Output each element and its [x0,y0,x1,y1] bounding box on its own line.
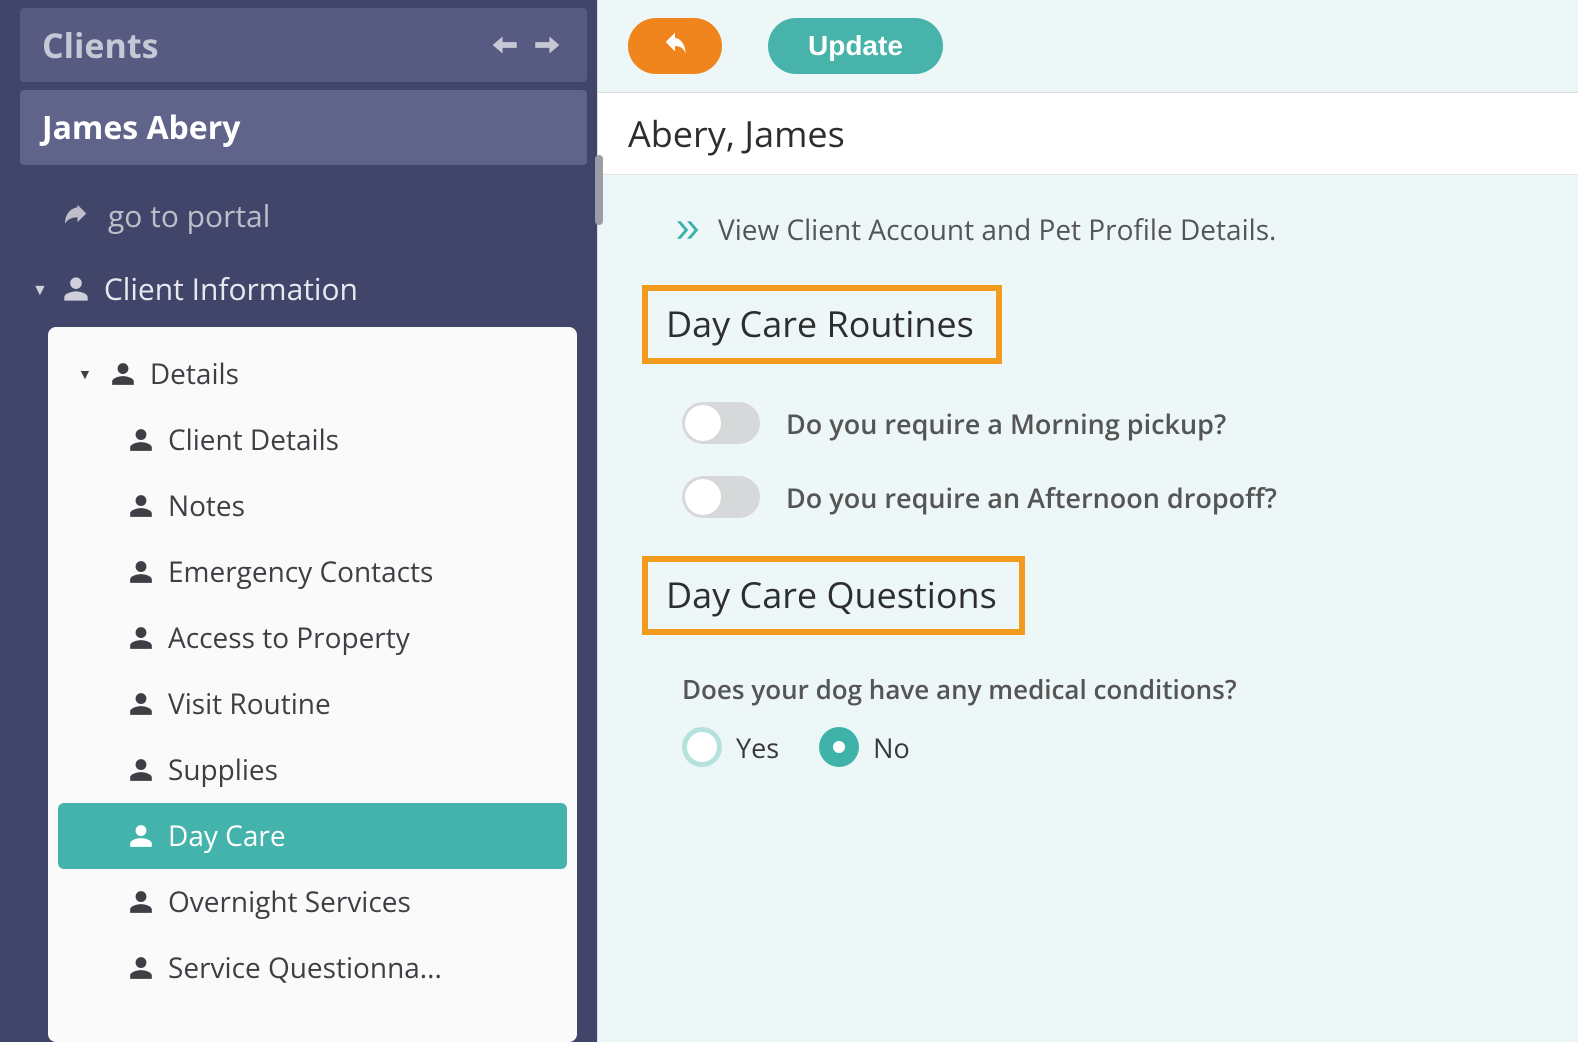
toggle-morning-pickup[interactable] [682,402,760,444]
sidebar-item-service-questionnaire[interactable]: Service Questionna... [58,935,567,1001]
sidebar-item-label: Notes [168,487,245,525]
client-name-bar[interactable]: James Abery [18,88,589,167]
sidebar-item-day-care[interactable]: Day Care [58,803,567,869]
prev-client-icon[interactable] [487,28,521,62]
user-icon [128,493,154,519]
sidebar-item-label: Access to Property [168,619,410,657]
user-icon [128,625,154,651]
toggle-label: Do you require an Afternoon dropoff? [786,479,1277,516]
chevrons-right-icon [672,215,702,245]
sidebar-item-access-to-property[interactable]: Access to Property [58,605,567,671]
go-to-portal-link[interactable]: go to portal [0,173,597,258]
sidebar-item-label: Emergency Contacts [168,553,433,591]
user-icon [128,691,154,717]
client-information-section[interactable]: ▼ Client Information [0,258,597,327]
next-client-icon[interactable] [531,28,565,62]
sidebar-item-label: Service Questionna... [168,949,442,987]
back-button[interactable] [628,18,722,74]
details-group-row[interactable]: ▼ Details [58,341,567,407]
radio-circle-icon [682,727,722,767]
section-title-label: Client Information [104,268,358,309]
toggle-morning-pickup-row: Do you require a Morning pickup? [642,388,1534,462]
user-icon [128,955,154,981]
radio-label: No [873,729,910,766]
update-button[interactable]: Update [768,18,943,74]
medical-conditions-question: Does your dog have any medical condition… [642,659,1534,767]
sidebar-item-notes[interactable]: Notes [58,473,567,539]
toggle-afternoon-dropoff-row: Do you require an Afternoon dropoff? [642,462,1534,536]
day-care-questions-title: Day Care Questions [642,556,1025,635]
sidebar-resize-handle[interactable] [593,0,603,1042]
sidebar-item-label: Overnight Services [168,883,411,921]
day-care-routines-title: Day Care Routines [642,285,1002,364]
question-text: Does your dog have any medical condition… [682,671,1534,707]
content-area: View Client Account and Pet Profile Deta… [598,175,1578,1042]
main-panel: Update Abery, James View Client Account … [597,0,1578,1042]
sidebar-item-label: Visit Routine [168,685,331,723]
panel-nav-arrows [487,28,565,62]
radio-no[interactable]: No [819,727,910,767]
radio-group-medical: Yes No [682,727,1534,767]
details-nav-panel: ▼ Details Client Details Notes Emergency… [48,327,577,1042]
user-icon [110,361,136,387]
sidebar-item-label: Day Care [168,817,286,855]
share-icon [60,201,90,231]
sidebar-item-client-details[interactable]: Client Details [58,407,567,473]
caret-down-icon: ▼ [32,278,48,300]
user-icon [128,823,154,849]
view-client-account-link[interactable]: View Client Account and Pet Profile Deta… [642,201,1534,285]
radio-circle-selected-icon [819,727,859,767]
sidebar: Clients James Abery go to portal ▼ Clien… [0,0,597,1042]
panel-header: Clients [18,6,589,84]
user-icon [128,427,154,453]
undo-icon [659,30,691,62]
toggle-label: Do you require a Morning pickup? [786,405,1226,442]
radio-label: Yes [736,729,779,766]
details-group-label: Details [150,355,239,393]
view-link-label: View Client Account and Pet Profile Deta… [718,211,1276,249]
sidebar-item-emergency-contacts[interactable]: Emergency Contacts [58,539,567,605]
sidebar-item-visit-routine[interactable]: Visit Routine [58,671,567,737]
user-icon [128,757,154,783]
portal-link-label: go to portal [108,195,270,236]
user-icon [128,559,154,585]
toggle-afternoon-dropoff[interactable] [682,476,760,518]
radio-yes[interactable]: Yes [682,727,779,767]
sidebar-item-label: Supplies [168,751,278,789]
user-icon [128,889,154,915]
client-heading: Abery, James [598,93,1578,175]
sidebar-item-overnight-services[interactable]: Overnight Services [58,869,567,935]
sidebar-item-supplies[interactable]: Supplies [58,737,567,803]
user-icon [62,275,90,303]
panel-title: Clients [42,22,159,68]
toolbar: Update [598,0,1578,93]
sidebar-item-label: Client Details [168,421,339,459]
caret-down-icon: ▼ [78,365,92,384]
